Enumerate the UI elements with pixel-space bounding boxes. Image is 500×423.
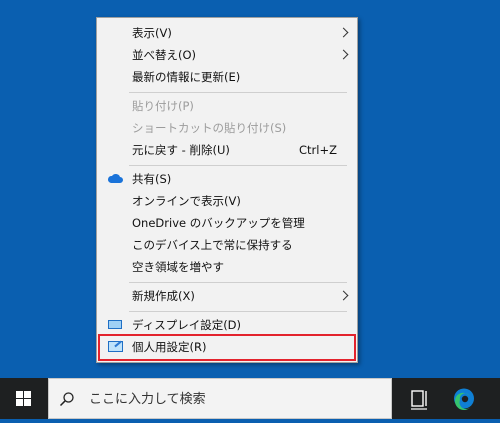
display-settings-icon: [108, 320, 122, 329]
menu-item-label: 最新の情報に更新(E): [132, 70, 241, 84]
edge-browser-icon: [454, 388, 474, 410]
menu-item-label: 表示(V): [132, 26, 172, 40]
menu-item-label: 共有(S): [132, 172, 172, 186]
taskbar-search-box[interactable]: ここに入力して検索: [48, 378, 392, 419]
menu-item-label: オンラインで表示(V): [132, 194, 241, 208]
task-view-icon: [411, 390, 427, 410]
search-placeholder: ここに入力して検索: [89, 392, 206, 407]
menu-item-label: 個人用設定(R): [132, 340, 207, 354]
chevron-right-icon: [338, 27, 349, 38]
menu-item-personalize[interactable]: 個人用設定(R): [97, 336, 357, 358]
menu-item-label: 新規作成(X): [132, 289, 195, 303]
menu-item-sort-by[interactable]: 並べ替え(O): [97, 44, 357, 66]
menu-item-label: 元に戻す - 削除(U): [132, 143, 230, 157]
menu-item-undo-delete[interactable]: 元に戻す - 削除(U) Ctrl+Z: [97, 139, 357, 161]
menu-item-label: ディスプレイ設定(D): [132, 318, 242, 332]
task-view-button[interactable]: [402, 378, 438, 419]
edge-browser-button[interactable]: [446, 378, 482, 419]
taskbar: ここに入力して検索: [0, 378, 500, 419]
menu-separator: [129, 92, 347, 93]
menu-item-view[interactable]: 表示(V): [97, 22, 357, 44]
menu-item-shortcut: Ctrl+Z: [299, 143, 337, 157]
start-button[interactable]: [0, 378, 48, 419]
menu-separator: [129, 311, 347, 312]
windows-logo-icon: [16, 391, 31, 406]
menu-item-label: 空き領域を増やす: [132, 260, 224, 274]
menu-separator: [129, 165, 347, 166]
menu-item-paste-shortcut: ショートカットの貼り付け(S): [97, 117, 357, 139]
menu-item-share[interactable]: 共有(S): [97, 168, 357, 190]
menu-item-new[interactable]: 新規作成(X): [97, 285, 357, 307]
chevron-right-icon: [338, 49, 349, 60]
menu-separator: [129, 282, 347, 283]
menu-item-paste: 貼り付け(P): [97, 95, 357, 117]
menu-item-label: OneDrive のバックアップを管理: [132, 216, 305, 230]
menu-item-label: ショートカットの貼り付け(S): [132, 121, 287, 135]
menu-item-label: 並べ替え(O): [132, 48, 197, 62]
desktop-context-menu: 表示(V) 並べ替え(O) 最新の情報に更新(E) 貼り付け(P) ショートカッ…: [96, 17, 358, 363]
menu-item-label: 貼り付け(P): [132, 99, 194, 113]
menu-item-free-up-space[interactable]: 空き領域を増やす: [97, 256, 357, 278]
menu-item-refresh[interactable]: 最新の情報に更新(E): [97, 66, 357, 88]
search-icon: [59, 392, 74, 407]
chevron-right-icon: [338, 290, 349, 301]
menu-item-manage-onedrive-backup[interactable]: OneDrive のバックアップを管理: [97, 212, 357, 234]
menu-item-view-online[interactable]: オンラインで表示(V): [97, 190, 357, 212]
personalize-icon: [108, 341, 123, 352]
menu-item-display-settings[interactable]: ディスプレイ設定(D): [97, 314, 357, 336]
onedrive-cloud-icon: [107, 173, 123, 183]
menu-item-label: このデバイス上で常に保持する: [132, 238, 293, 252]
menu-item-always-keep-on-device[interactable]: このデバイス上で常に保持する: [97, 234, 357, 256]
